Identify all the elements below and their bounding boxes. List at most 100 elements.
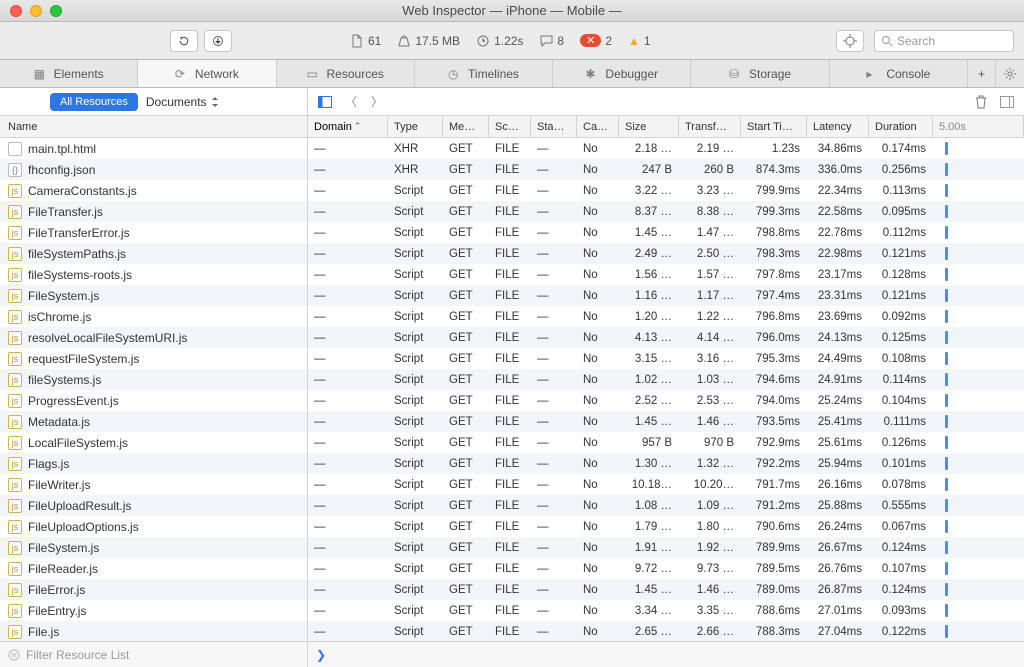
- gear-icon: [1003, 67, 1017, 81]
- table-row[interactable]: jsMetadata.js: [0, 411, 307, 432]
- col-duration[interactable]: Duration: [869, 116, 933, 137]
- table-row[interactable]: jsFileError.js: [0, 579, 307, 600]
- table-row[interactable]: —ScriptGETFILE—No1.91 …1.92 …789.9ms26.6…: [308, 537, 1024, 558]
- table-row[interactable]: —ScriptGETFILE—No1.30 …1.32 …792.2ms25.9…: [308, 453, 1024, 474]
- nav-forward-icon[interactable]: 〉: [366, 92, 388, 112]
- warning-icon: ▲: [628, 34, 640, 48]
- table-row[interactable]: jsCameraConstants.js: [0, 180, 307, 201]
- table-row[interactable]: jsLocalFileSystem.js: [0, 432, 307, 453]
- tab-console[interactable]: ▸Console: [830, 60, 968, 87]
- table-row[interactable]: —ScriptGETFILE—No1.45 …1.46 …789.0ms26.8…: [308, 579, 1024, 600]
- table-row[interactable]: jsFile.js: [0, 621, 307, 641]
- messages-count[interactable]: 8: [539, 34, 564, 48]
- table-row[interactable]: jsfileSystems-roots.js: [0, 264, 307, 285]
- table-row[interactable]: jsFlags.js: [0, 453, 307, 474]
- col-transfer[interactable]: Transf…: [679, 116, 741, 137]
- file-name: FileSystem.js: [28, 289, 99, 303]
- table-row[interactable]: {}fhconfig.json: [0, 159, 307, 180]
- table-row[interactable]: jsisChrome.js: [0, 306, 307, 327]
- col-timeline[interactable]: 5.00s: [933, 116, 1024, 137]
- col-status[interactable]: Sta…: [531, 116, 577, 137]
- col-scheme[interactable]: Sc…: [489, 116, 531, 137]
- table-row[interactable]: jsFileTransfer.js: [0, 201, 307, 222]
- table-row[interactable]: —ScriptGETFILE—No3.22 …3.23 …799.9ms22.3…: [308, 180, 1024, 201]
- table-row[interactable]: —ScriptGETFILE—No8.37 …8.38 …799.3ms22.5…: [308, 201, 1024, 222]
- js-file-icon: js: [8, 499, 22, 513]
- reload-button[interactable]: [170, 30, 198, 52]
- table-row[interactable]: —ScriptGETFILE—No10.18…10.20…791.7ms26.1…: [308, 474, 1024, 495]
- target-button[interactable]: [836, 30, 864, 52]
- col-type[interactable]: Type: [388, 116, 443, 137]
- table-row[interactable]: jsFileUploadResult.js: [0, 495, 307, 516]
- table-row[interactable]: jsfileSystems.js: [0, 369, 307, 390]
- table-row[interactable]: jsresolveLocalFileSystemURI.js: [0, 327, 307, 348]
- table-row[interactable]: —ScriptGETFILE—No1.08 …1.09 …791.2ms25.8…: [308, 495, 1024, 516]
- trash-icon[interactable]: [970, 92, 992, 112]
- col-size[interactable]: Size: [619, 116, 679, 137]
- js-file-icon: js: [8, 415, 22, 429]
- columns-header: Domain⌃ Type Me… Sc… Sta… Ca… Size Trans…: [308, 116, 1024, 138]
- table-row[interactable]: —ScriptGETFILE—No1.02 …1.03 …794.6ms24.9…: [308, 369, 1024, 390]
- tab-network[interactable]: ⟳Network: [138, 60, 276, 87]
- col-domain[interactable]: Domain⌃: [308, 116, 388, 137]
- search-input[interactable]: Search: [874, 30, 1014, 52]
- sort-asc-icon: ⌃: [354, 121, 362, 132]
- sidebar-toggle-icon[interactable]: [314, 92, 336, 112]
- name-header[interactable]: Name: [0, 116, 307, 138]
- table-row[interactable]: —ScriptGETFILE—No3.15 …3.16 …795.3ms24.4…: [308, 348, 1024, 369]
- table-row[interactable]: jsrequestFileSystem.js: [0, 348, 307, 369]
- debugger-icon: ✱: [585, 67, 599, 81]
- table-row[interactable]: —ScriptGETFILE—No1.20 …1.22 …796.8ms23.6…: [308, 306, 1024, 327]
- table-row[interactable]: —ScriptGETFILE—No9.72 …9.73 …789.5ms26.7…: [308, 558, 1024, 579]
- table-row[interactable]: —ScriptGETFILE—No4.13 …4.14 …796.0ms24.1…: [308, 327, 1024, 348]
- col-method[interactable]: Me…: [443, 116, 489, 137]
- table-row[interactable]: —ScriptGETFILE—No2.52 …2.53 …794.0ms25.2…: [308, 390, 1024, 411]
- col-start[interactable]: Start Ti…: [741, 116, 807, 137]
- panel-toggle-icon[interactable]: [996, 92, 1018, 112]
- table-row[interactable]: jsFileReader.js: [0, 558, 307, 579]
- table-row[interactable]: —ScriptGETFILE—No2.49 …2.50 …798.3ms22.9…: [308, 243, 1024, 264]
- table-row[interactable]: jsFileSystem.js: [0, 537, 307, 558]
- tab-storage[interactable]: ⛁Storage: [691, 60, 829, 87]
- table-row[interactable]: main.tpl.html: [0, 138, 307, 159]
- file-name: fileSystemPaths.js: [28, 247, 126, 261]
- tab-elements[interactable]: ▦Elements: [0, 60, 138, 87]
- add-tab-button[interactable]: +: [968, 60, 996, 87]
- filter-input[interactable]: Filter Resource List: [0, 642, 308, 667]
- table-row[interactable]: jsFileEntry.js: [0, 600, 307, 621]
- documents-dropdown[interactable]: Documents: [146, 95, 219, 109]
- tab-timelines[interactable]: ◷Timelines: [415, 60, 553, 87]
- all-resources-pill[interactable]: All Resources: [50, 93, 138, 111]
- table-row[interactable]: jsFileUploadOptions.js: [0, 516, 307, 537]
- table-row[interactable]: —ScriptGETFILE—No1.45 …1.46 …793.5ms25.4…: [308, 411, 1024, 432]
- table-row[interactable]: —ScriptGETFILE—No957 B970 B792.9ms25.61m…: [308, 432, 1024, 453]
- table-row[interactable]: —ScriptGETFILE—No1.45 …1.47 …798.8ms22.7…: [308, 222, 1024, 243]
- table-row[interactable]: jsfileSystemPaths.js: [0, 243, 307, 264]
- table-row[interactable]: —XHRGETFILE—No247 B260 B874.3ms336.0ms0.…: [308, 159, 1024, 180]
- table-row[interactable]: —XHRGETFILE—No2.18 …2.19 …1.23s34.86ms0.…: [308, 138, 1024, 159]
- table-row[interactable]: jsProgressEvent.js: [0, 390, 307, 411]
- table-row[interactable]: —ScriptGETFILE—No1.79 …1.80 …790.6ms26.2…: [308, 516, 1024, 537]
- toolbar: 61 17.5 MB 1.22s 8 ✕ 2 ▲ 1 Search: [0, 22, 1024, 60]
- table-row[interactable]: jsFileWriter.js: [0, 474, 307, 495]
- table-row[interactable]: jsFileSystem.js: [0, 285, 307, 306]
- errors-count[interactable]: ✕ 2: [580, 34, 612, 48]
- table-row[interactable]: —ScriptGETFILE—No2.65 …2.66 …788.3ms27.0…: [308, 621, 1024, 641]
- tab-resources[interactable]: ▭Resources: [277, 60, 415, 87]
- timeline-bar: [945, 352, 948, 365]
- table-row[interactable]: —ScriptGETFILE—No3.34 …3.35 …788.6ms27.0…: [308, 600, 1024, 621]
- col-latency[interactable]: Latency: [807, 116, 869, 137]
- download-button[interactable]: [204, 30, 232, 52]
- console-prompt[interactable]: ❯: [308, 642, 1024, 667]
- weight-icon: [397, 34, 411, 48]
- tab-debugger[interactable]: ✱Debugger: [553, 60, 691, 87]
- settings-button[interactable]: [996, 60, 1024, 87]
- warnings-count[interactable]: ▲ 1: [628, 34, 651, 48]
- load-time: 1.22s: [476, 34, 523, 48]
- table-row[interactable]: —ScriptGETFILE—No1.56 …1.57 …797.8ms23.1…: [308, 264, 1024, 285]
- table-row[interactable]: jsFileTransferError.js: [0, 222, 307, 243]
- col-cached[interactable]: Ca…: [577, 116, 619, 137]
- table-row[interactable]: —ScriptGETFILE—No1.16 …1.17 …797.4ms23.3…: [308, 285, 1024, 306]
- js-file-icon: js: [8, 520, 22, 534]
- nav-back-icon[interactable]: 〈: [340, 92, 362, 112]
